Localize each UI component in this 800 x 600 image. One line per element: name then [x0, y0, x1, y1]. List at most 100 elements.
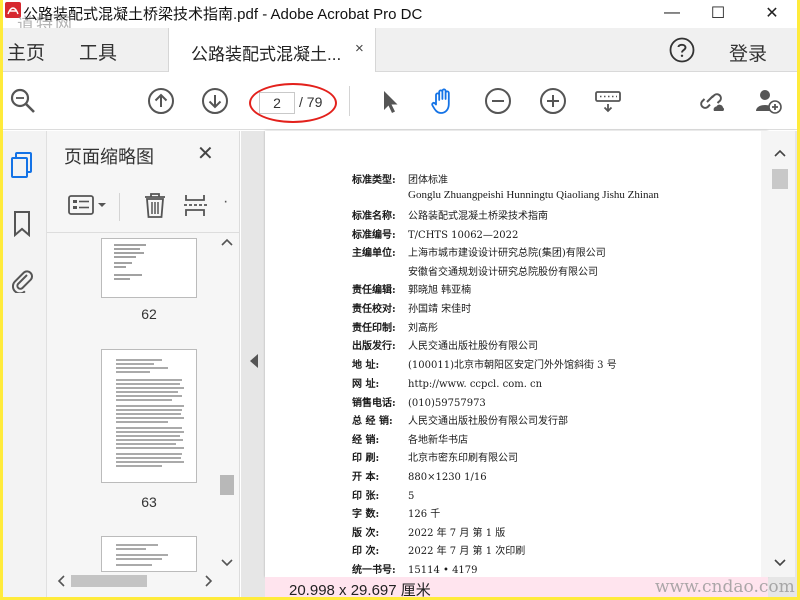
toolbar: 2 / 79	[3, 72, 797, 130]
select-arrow-icon[interactable]	[375, 86, 405, 116]
thumbnail-label: 63	[141, 494, 157, 510]
info-label: 印 刷:	[352, 453, 380, 464]
info-row: 责任印制: 刘高彤	[352, 319, 438, 334]
acrobat-window: 公路装配式混凝土桥梁技术指南.pdf - Adobe Acrobat Pro D…	[3, 0, 797, 597]
navigation-rail	[3, 131, 47, 597]
tab-tools[interactable]: 工具	[79, 38, 117, 65]
info-value: 2022 年 7 月 第 1 版	[408, 528, 506, 539]
more-options-icon[interactable]: ·	[223, 193, 228, 211]
delete-icon[interactable]	[141, 191, 169, 219]
thumbnail-preview	[116, 544, 168, 566]
thumbnails-panel: 页面缩略图 ✕ · 62 63	[47, 131, 240, 597]
info-label: 标准名称:	[352, 211, 396, 222]
info-row: 地 址: (100011)北京市朝阳区安定门外外馆斜街 3 号	[352, 356, 617, 371]
window-title: 公路装配式混凝土桥梁技术指南.pdf - Adobe Acrobat Pro D…	[23, 6, 423, 23]
options-icon[interactable]	[67, 191, 111, 219]
minimize-button[interactable]: —	[649, 0, 695, 26]
info-label: 主编单位:	[352, 248, 396, 259]
info-value: 团体标准	[408, 175, 448, 186]
info-row: 总 经 销: 人民交通出版社股份有限公司发行部	[352, 412, 568, 427]
info-value: 15114 • 4179	[408, 565, 478, 576]
maximize-button[interactable]: ☐	[695, 0, 741, 26]
info-value: (010)59757973	[408, 398, 486, 409]
info-row: 印 次: 2022 年 7 月 第 1 次印刷	[352, 542, 525, 557]
info-label: 标准类型:	[352, 175, 396, 186]
share-link-icon[interactable]	[696, 86, 726, 116]
maximize-icon: ☐	[710, 5, 726, 22]
info-row: 安徽省交通规划设计研究总院股份有限公司	[352, 263, 598, 278]
panel-close-button[interactable]: ✕	[197, 141, 214, 166]
pdf-page: 标准类型: 团体标准标准名称: 公路装配式混凝土桥梁技术指南标准编号: T/CHTS …	[265, 131, 768, 577]
title-bar: 公路装配式混凝土桥梁技术指南.pdf - Adobe Acrobat Pro D…	[3, 0, 797, 35]
info-value: T/CHTS 10062—2022	[408, 230, 519, 241]
info-value: 刘高彤	[408, 323, 438, 334]
info-label: 经 销:	[352, 435, 380, 446]
panel-vertical-scrollbar[interactable]	[217, 238, 237, 570]
info-row: 责任编辑: 郭晓旭 韩亚楠	[352, 281, 471, 296]
page-thumbnail[interactable]	[101, 536, 197, 572]
info-label: 印 次:	[352, 546, 380, 557]
info-value: 各地新华书店	[408, 435, 468, 446]
page-thumbnail[interactable]	[101, 238, 197, 298]
panel-title: 页面缩略图	[64, 147, 154, 167]
info-value: 880×1230 1/16	[408, 472, 487, 483]
close-window-button[interactable]: ✕	[749, 0, 795, 26]
info-value: 北京市密东印刷有限公司	[408, 453, 518, 464]
previous-page-arrow-icon[interactable]	[249, 354, 259, 368]
document-vertical-scrollbar[interactable]	[761, 131, 795, 577]
info-row: 印 刷: 北京市密东印刷有限公司	[352, 449, 518, 464]
toolbar-divider	[349, 86, 350, 116]
info-label: 销售电话:	[352, 398, 396, 409]
tab-home[interactable]: 主页	[7, 38, 45, 65]
close-icon: ✕	[765, 5, 779, 22]
tab-document[interactable]: 公路装配式混凝土... ×	[168, 28, 376, 72]
info-value: 人民交通出版社股份有限公司	[408, 341, 538, 352]
info-value: 上海市城市建设设计研究总院(集团)有限公司	[408, 248, 606, 259]
panel-divider	[119, 193, 120, 221]
panel-horizontal-scrollbar[interactable]	[55, 572, 215, 590]
highlight-oval	[249, 83, 337, 123]
thumbnails-icon[interactable]	[9, 151, 35, 179]
info-label: 网 址:	[352, 379, 380, 390]
page-thumbnail[interactable]	[101, 349, 197, 483]
keyboard-icon[interactable]	[593, 86, 623, 116]
info-value: 人民交通出版社股份有限公司发行部	[408, 416, 568, 427]
close-tab-button[interactable]: ×	[355, 40, 364, 57]
info-row: 字 数: 126 千	[352, 505, 440, 520]
info-label: 总 经 销:	[352, 416, 393, 427]
info-row: 印 张: 5	[352, 487, 414, 502]
info-label: 版 次:	[352, 528, 380, 539]
insert-page-icon[interactable]	[182, 191, 210, 219]
add-user-icon[interactable]	[753, 86, 783, 116]
info-label: 责任印制:	[352, 323, 396, 334]
info-label: 责任编辑:	[352, 285, 396, 296]
bookmark-icon[interactable]	[9, 209, 35, 237]
info-row: 开 本: 880×1230 1/16	[352, 468, 487, 483]
info-row: 出版发行: 人民交通出版社股份有限公司	[352, 337, 538, 352]
info-label: 标准编号:	[352, 230, 396, 241]
page-up-icon[interactable]	[146, 86, 176, 116]
info-label: 出版发行:	[352, 341, 396, 352]
zoom-out-icon[interactable]	[483, 86, 513, 116]
info-value: 公路装配式混凝土桥梁技术指南	[408, 211, 548, 222]
info-value: 5	[408, 491, 415, 502]
zoom-in-icon[interactable]	[538, 86, 568, 116]
watermark-text: www.cndao.com	[655, 577, 795, 597]
tab-bar: 主页 工具 公路装配式混凝土... × 登录	[3, 28, 797, 72]
info-value: 126 千	[408, 509, 441, 520]
document-viewer[interactable]: 标准类型: 团体标准标准名称: 公路装配式混凝土桥梁技术指南标准编号: T/CHTS …	[241, 131, 797, 597]
info-row: 版 次: 2022 年 7 月 第 1 版	[352, 524, 505, 539]
zoom-icon[interactable]	[8, 86, 38, 116]
sign-in-button[interactable]: 登录	[729, 39, 767, 66]
thumbnail-label: 62	[141, 306, 157, 322]
document-tab-label: 公路装配式混凝土...	[191, 45, 342, 64]
thumbnail-preview	[116, 359, 184, 467]
title-pinyin: Gonglu Zhuangpeishi Hunningtu Qiaoliang …	[408, 189, 659, 201]
help-icon[interactable]	[668, 36, 696, 64]
info-row: 标准类型: 团体标准	[352, 171, 448, 186]
attachment-icon[interactable]	[9, 265, 35, 293]
hand-icon[interactable]	[428, 86, 458, 116]
info-row: 主编单位: 上海市城市建设设计研究总院(集团)有限公司	[352, 244, 606, 259]
info-label: 地 址:	[352, 360, 380, 371]
page-down-icon[interactable]	[200, 86, 230, 116]
